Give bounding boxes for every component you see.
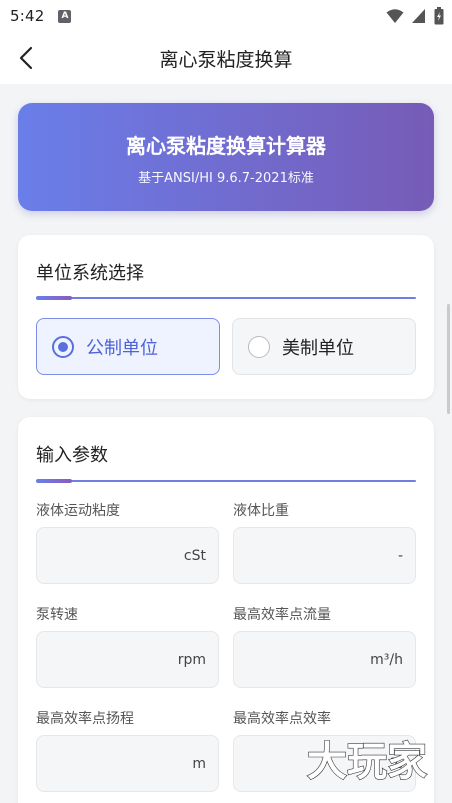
scroll-content[interactable]: 离心泵粘度换算计算器 基于ANSI/HI 9.6.7-2021标准 单位系统选择… (0, 84, 452, 803)
app-bar: 离心泵粘度换算 (0, 32, 452, 84)
bep-head-unit: m (192, 755, 206, 772)
viscosity-unit: cSt (183, 547, 206, 564)
metric-unit-label: 公制单位 (86, 337, 158, 359)
bep-efficiency-label: 最高效率点效率 (233, 711, 331, 727)
us-unit-label: 美制单位 (282, 337, 354, 359)
banner-subtitle: 基于ANSI/HI 9.6.7-2021标准 (138, 171, 314, 186)
app-notification-icon: A (58, 9, 72, 23)
svg-text:大玩家: 大玩家 (307, 739, 427, 785)
bep-flow-input[interactable] (246, 650, 367, 669)
calculator-banner: 离心泵粘度换算计算器 基于ANSI/HI 9.6.7-2021标准 (18, 103, 434, 211)
bep-flow-label: 最高效率点流量 (233, 607, 331, 623)
pump-speed-label: 泵转速 (36, 607, 78, 623)
bep-head-label: 最高效率点扬程 (36, 711, 134, 727)
status-icons (386, 7, 444, 25)
specific-gravity-label: 液体比重 (233, 503, 289, 519)
back-arrow-icon (19, 46, 33, 70)
scrollbar-thumb[interactable] (447, 304, 450, 414)
pump-speed-field[interactable]: rpm (36, 631, 219, 688)
wifi-icon (386, 9, 404, 23)
bep-flow-unit: m³/h (370, 651, 403, 668)
specific-gravity-input[interactable] (246, 546, 394, 565)
page-title: 离心泵粘度换算 (159, 48, 293, 71)
us-unit-option[interactable]: 美制单位 (232, 318, 416, 375)
specific-gravity-field[interactable]: - (233, 527, 416, 584)
pump-speed-unit: rpm (177, 651, 206, 668)
unit-section-title: 单位系统选择 (36, 263, 144, 284)
banner-title: 离心泵粘度换算计算器 (126, 134, 326, 158)
radio-selected-icon (52, 335, 74, 358)
input-section-title: 输入参数 (36, 445, 108, 466)
battery-icon (434, 7, 444, 25)
metric-unit-option[interactable]: 公制单位 (36, 318, 220, 375)
bep-head-field[interactable]: m (36, 735, 219, 792)
status-time: 5:42 (10, 7, 45, 25)
watermark-logo: 大玩家 (306, 738, 427, 785)
unit-system-card: 单位系统选择 公制单位 美制单位 (18, 235, 434, 399)
bep-flow-field[interactable]: m³/h (233, 631, 416, 688)
status-bar: 5:42 A (0, 0, 452, 32)
viscosity-input[interactable] (49, 546, 180, 565)
back-button[interactable] (12, 44, 40, 72)
signal-icon (412, 9, 425, 23)
viscosity-label: 液体运动粘度 (36, 503, 120, 519)
radio-unselected-icon (248, 335, 270, 358)
section-divider (36, 296, 416, 300)
pump-speed-input[interactable] (49, 650, 174, 669)
bep-head-input[interactable] (49, 754, 189, 773)
viscosity-field[interactable]: cSt (36, 527, 219, 584)
section-divider (36, 479, 416, 483)
specific-gravity-unit: - (397, 547, 403, 564)
